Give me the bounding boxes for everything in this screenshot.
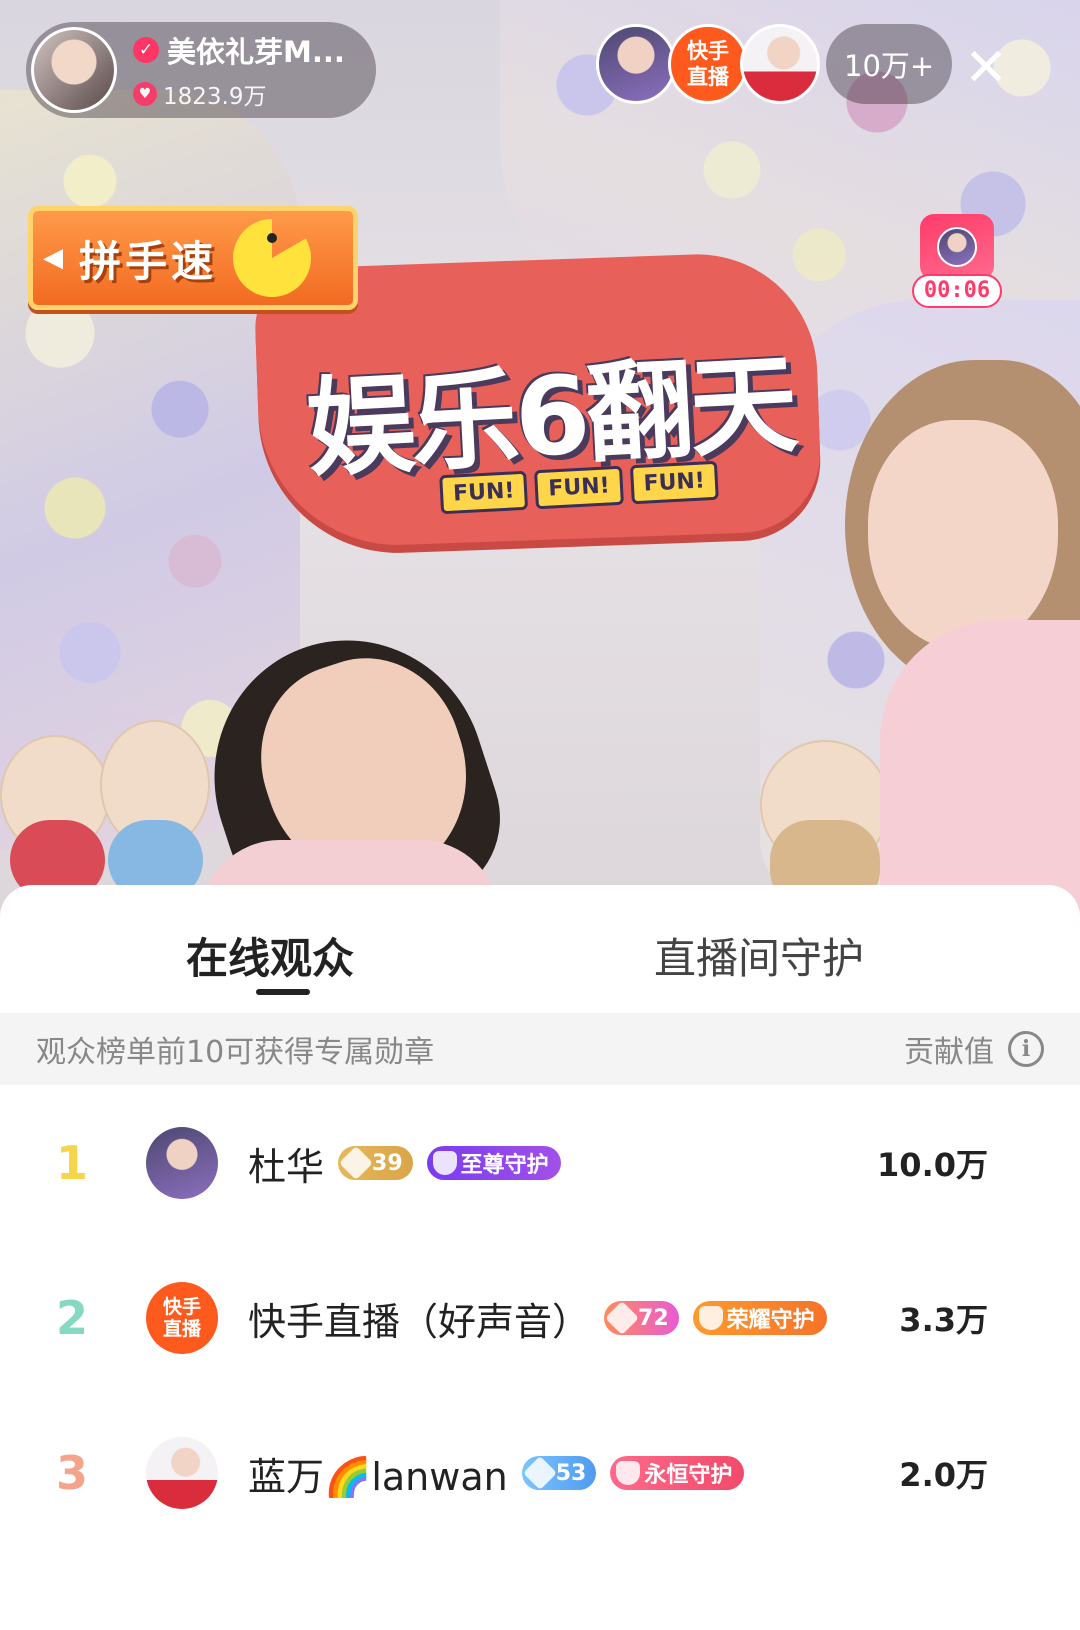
sign-fun-2: FUN! bbox=[534, 465, 624, 510]
user-avatar[interactable]: 快手 直播 bbox=[146, 1282, 218, 1354]
guard-badge: 至尊守护 bbox=[426, 1146, 561, 1180]
streamer-right-face bbox=[868, 420, 1058, 650]
list-item[interactable]: 2 快手 直播 快手直播（好声音） 72 荣耀守护 3.3万 bbox=[0, 1258, 1080, 1378]
audience-sheet: 在线观众 直播间守护 观众榜单前10可获得专属勋章 贡献值 i 1 杜华 39 … bbox=[0, 885, 1080, 1630]
live-video[interactable]: 娱乐6翻天 FUN! FUN! FUN! ✓ 美依礼芽M... ♥ 1823.9… bbox=[0, 0, 1080, 940]
chevron-left-icon: ◀ bbox=[43, 243, 63, 273]
user-name: 杜华 bbox=[248, 1144, 325, 1189]
guard-label: 荣耀守护 bbox=[726, 1308, 815, 1333]
contribution-label: 贡献值 bbox=[904, 1035, 994, 1070]
ranking-notice: 观众榜单前10可获得专属勋章 贡献值 i bbox=[0, 1013, 1080, 1085]
avatar-text: 快手 bbox=[162, 1296, 201, 1318]
sign-fun-3: FUN! bbox=[629, 460, 719, 505]
host-likes: 1823.9万 bbox=[163, 84, 267, 110]
contribution-score: 10.0万 bbox=[877, 1146, 988, 1184]
gem-icon bbox=[605, 1301, 639, 1335]
contribution-score: 3.3万 bbox=[899, 1301, 988, 1339]
active-tab-indicator bbox=[256, 989, 310, 995]
user-avatar[interactable] bbox=[146, 1127, 218, 1199]
guard-label: 永恒守护 bbox=[644, 1463, 733, 1488]
avatar-text: 直播 bbox=[687, 65, 729, 89]
pacman-icon bbox=[233, 219, 312, 297]
contribution-score: 2.0万 bbox=[899, 1456, 988, 1494]
host-name: 美依礼芽M... bbox=[167, 35, 345, 69]
host-info[interactable]: ✓ 美依礼芽M... ♥ 1823.9万 bbox=[26, 22, 376, 118]
level-value: 39 bbox=[372, 1150, 403, 1176]
heart-icon: ♥ bbox=[133, 82, 157, 106]
game-tag[interactable]: ◀ 拼手速 bbox=[28, 206, 358, 310]
rank-number: 1 bbox=[55, 1136, 88, 1190]
guard-badge: 永恒守护 bbox=[610, 1456, 745, 1490]
guard-badge: 荣耀守护 bbox=[692, 1301, 827, 1335]
viewer-avatar[interactable] bbox=[596, 24, 676, 104]
info-icon[interactable]: i bbox=[1008, 1031, 1044, 1067]
tab-online-viewers[interactable]: 在线观众 bbox=[186, 925, 354, 986]
shield-icon bbox=[432, 1151, 457, 1175]
sign-fun-1: FUN! bbox=[439, 470, 529, 515]
user-name: 快手直播（好声音） bbox=[248, 1299, 591, 1344]
list-item[interactable]: 1 杜华 39 至尊守护 10.0万 bbox=[0, 1103, 1080, 1223]
list-item[interactable]: 3 蓝万🌈lanwan 53 永恒守护 2.0万 bbox=[0, 1413, 1080, 1533]
level-value: 72 bbox=[638, 1305, 669, 1331]
level-badge: 72 bbox=[604, 1301, 679, 1335]
guard-label: 至尊守护 bbox=[460, 1153, 549, 1178]
tab-room-guard[interactable]: 直播间守护 bbox=[654, 925, 864, 986]
close-icon[interactable]: ✕ bbox=[958, 40, 1014, 96]
avatar-text: 快手 bbox=[687, 39, 729, 63]
shield-icon bbox=[616, 1461, 641, 1485]
verified-check-icon: ✓ bbox=[133, 37, 159, 63]
gem-icon bbox=[522, 1456, 557, 1490]
notice-text: 观众榜单前10可获得专属勋章 bbox=[36, 1035, 435, 1070]
viewer-avatar[interactable] bbox=[740, 24, 820, 104]
countdown-avatar bbox=[920, 214, 994, 280]
sheet-tabs: 在线观众 直播间守护 bbox=[0, 885, 1080, 1013]
viewer-avatar[interactable]: 快手 直播 bbox=[668, 24, 748, 104]
level-badge: 39 bbox=[338, 1146, 413, 1180]
rank-number: 2 bbox=[55, 1291, 88, 1345]
top-viewers[interactable]: 快手 直播 10万+ bbox=[596, 24, 953, 104]
host-avatar[interactable] bbox=[31, 27, 117, 113]
level-value: 53 bbox=[555, 1460, 587, 1486]
rank-number: 3 bbox=[55, 1446, 88, 1500]
user-avatar[interactable] bbox=[146, 1437, 218, 1509]
countdown-time: 00:06 bbox=[912, 274, 1002, 308]
viewer-count[interactable]: 10万+ bbox=[826, 24, 953, 104]
game-label: 拼手速 bbox=[79, 236, 218, 286]
shield-icon bbox=[698, 1306, 723, 1330]
level-badge: 53 bbox=[521, 1456, 597, 1490]
avatar-text: 直播 bbox=[162, 1318, 201, 1340]
countdown-widget[interactable]: 00:06 bbox=[912, 214, 1002, 308]
gem-icon bbox=[339, 1146, 373, 1180]
user-name: 蓝万🌈lanwan bbox=[248, 1454, 508, 1499]
